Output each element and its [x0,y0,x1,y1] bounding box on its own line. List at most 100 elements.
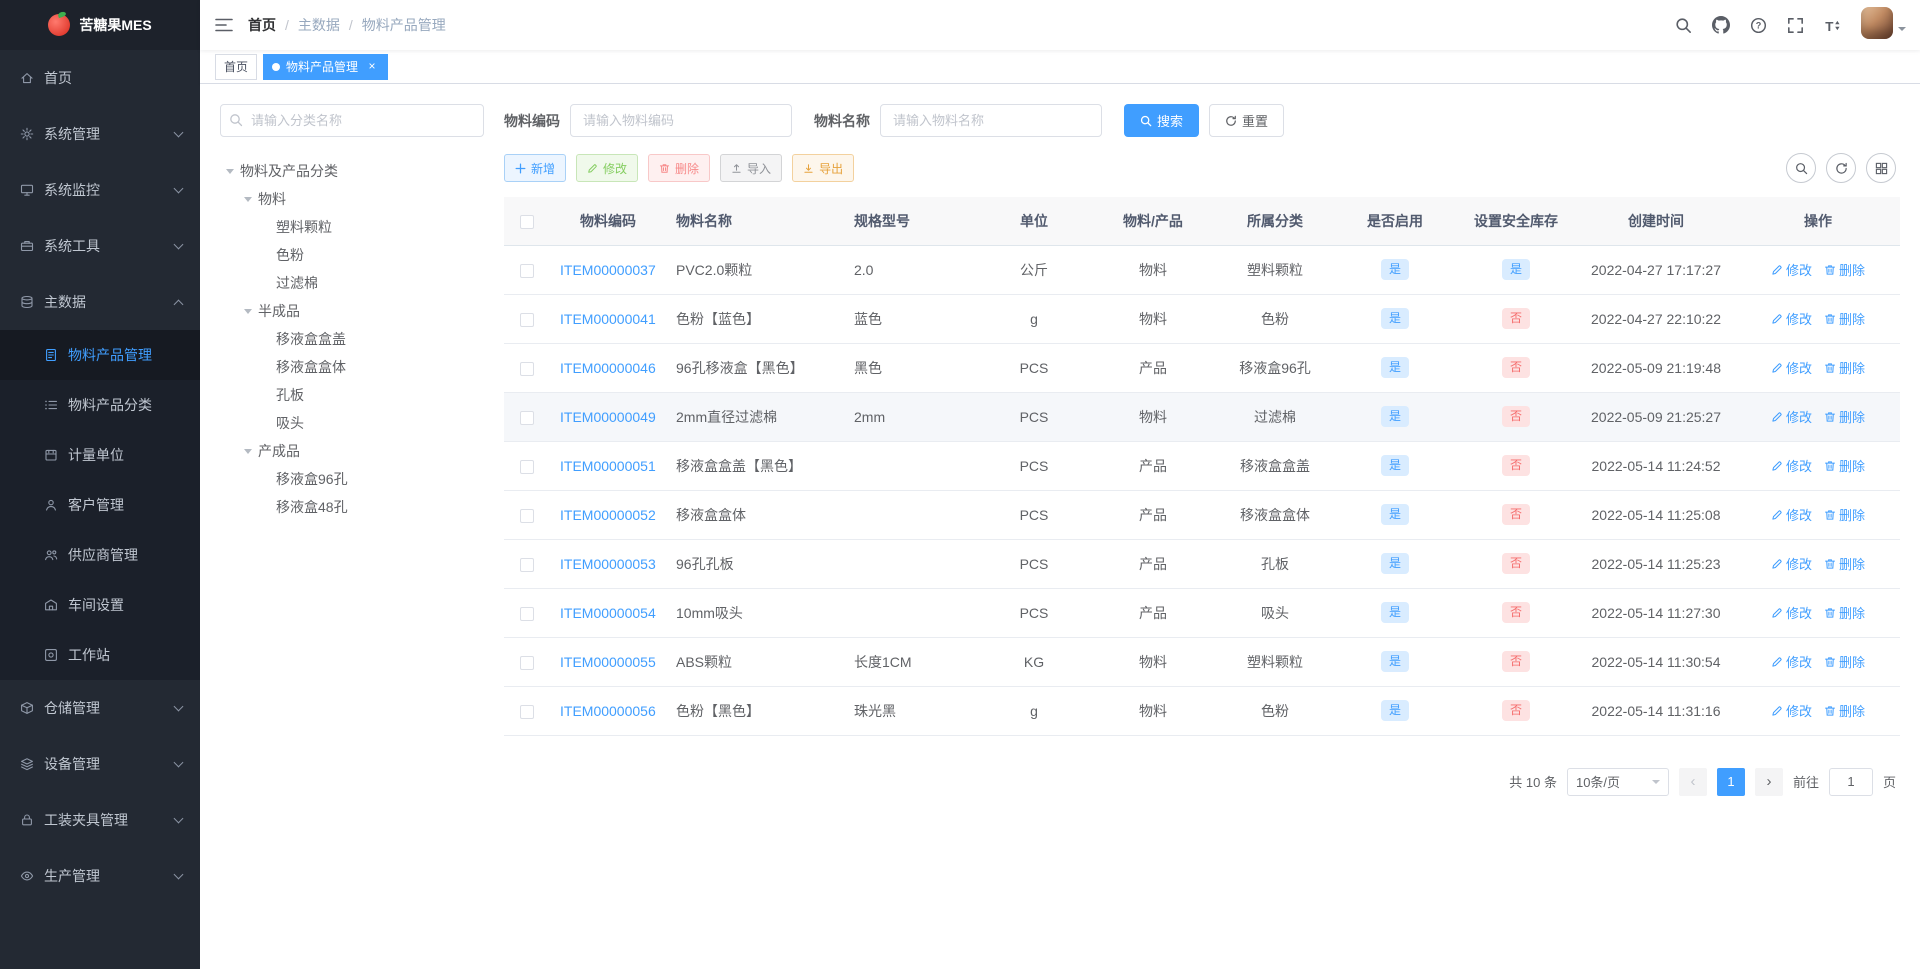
tree-node-6[interactable]: 移液盒盒盖 [220,325,484,353]
tree-node-1[interactable]: 物料 [220,185,484,213]
material-code-link[interactable]: ITEM00000049 [560,409,656,425]
row-edit-link[interactable]: 修改 [1771,701,1812,720]
row-checkbox[interactable] [520,704,534,719]
refresh-button[interactable] [1826,153,1856,183]
sidebar-item-2[interactable]: 系统监控 [0,162,200,218]
tree-node-11[interactable]: 移液盒96孔 [220,465,484,493]
row-delete-link[interactable]: 删除 [1824,701,1865,720]
caret-down-icon[interactable] [238,193,258,206]
hamburger-icon[interactable] [200,0,248,50]
category-search-input[interactable] [220,104,484,137]
sidebar-subitem-4-3[interactable]: 客户管理 [0,480,200,530]
add-button[interactable]: 新增 [504,154,567,182]
export-button[interactable]: 导出 [792,154,855,182]
select-all-checkbox[interactable] [520,214,534,229]
breadcrumb-home[interactable]: 首页 [248,15,276,35]
row-checkbox[interactable] [520,459,534,474]
sidebar-subitem-4-2[interactable]: 计量单位 [0,430,200,480]
tree-node-0[interactable]: 物料及产品分类 [220,157,484,185]
header-search-button[interactable] [1665,0,1702,50]
row-checkbox[interactable] [520,557,534,572]
tree-node-3[interactable]: 色粉 [220,241,484,269]
row-checkbox[interactable] [520,410,534,425]
app-logo[interactable]: 苦糖果MES [0,0,200,50]
help-button[interactable]: ? [1740,0,1777,50]
sidebar-item-0[interactable]: 首页 [0,50,200,106]
material-code-link[interactable]: ITEM00000054 [560,605,656,621]
row-delete-link[interactable]: 删除 [1824,456,1865,475]
row-delete-link[interactable]: 删除 [1824,554,1865,573]
row-edit-link[interactable]: 修改 [1771,505,1812,524]
row-delete-link[interactable]: 删除 [1824,505,1865,524]
tree-node-10[interactable]: 产成品 [220,437,484,465]
row-delete-link[interactable]: 删除 [1824,358,1865,377]
tab-material-product[interactable]: 物料产品管理 × [263,53,389,80]
row-checkbox[interactable] [520,263,534,278]
sidebar-subitem-4-1[interactable]: 物料产品分类 [0,380,200,430]
goto-page-input[interactable] [1828,767,1873,796]
row-delete-link[interactable]: 删除 [1824,603,1865,622]
row-edit-link[interactable]: 修改 [1771,456,1812,475]
tree-node-4[interactable]: 过滤棉 [220,269,484,297]
toggle-search-button[interactable] [1786,153,1816,183]
material-code-link[interactable]: ITEM00000053 [560,556,656,572]
edit-button[interactable]: 修改 [576,154,639,182]
row-edit-link[interactable]: 修改 [1771,554,1812,573]
sidebar-item-3[interactable]: 系统工具 [0,218,200,274]
sidebar-subitem-4-5[interactable]: 车间设置 [0,580,200,630]
page-number-button[interactable]: 1 [1716,767,1745,796]
row-edit-link[interactable]: 修改 [1771,603,1812,622]
sidebar-item-7[interactable]: 工装夹具管理 [0,792,200,848]
avatar[interactable] [1861,7,1893,39]
row-edit-link[interactable]: 修改 [1771,309,1812,328]
sidebar-item-1[interactable]: 系统管理 [0,106,200,162]
next-page-button[interactable]: › [1754,767,1783,796]
import-button[interactable]: 导入 [720,154,783,182]
row-edit-link[interactable]: 修改 [1771,260,1812,279]
sidebar-item-5[interactable]: 仓储管理 [0,680,200,736]
column-settings-button[interactable] [1866,153,1896,183]
row-edit-link[interactable]: 修改 [1771,652,1812,671]
material-code-link[interactable]: ITEM00000046 [560,360,656,376]
tree-node-2[interactable]: 塑料颗粒 [220,213,484,241]
material-code-link[interactable]: ITEM00000055 [560,654,656,670]
tab-home[interactable]: 首页 [215,53,258,80]
row-checkbox[interactable] [520,655,534,670]
delete-button[interactable]: 删除 [648,154,711,182]
sidebar-subitem-4-6[interactable]: 工作站 [0,630,200,680]
row-checkbox[interactable] [520,606,534,621]
caret-down-icon[interactable] [220,165,240,178]
material-code-link[interactable]: ITEM00000051 [560,458,656,474]
sidebar-subitem-4-4[interactable]: 供应商管理 [0,530,200,580]
font-size-button[interactable]: T [1814,0,1851,50]
fullscreen-button[interactable] [1777,0,1814,50]
material-code-input[interactable] [570,104,792,137]
user-menu[interactable] [1861,7,1906,43]
row-edit-link[interactable]: 修改 [1771,407,1812,426]
prev-page-button[interactable]: ‹ [1678,767,1707,796]
page-size-select[interactable]: 10条/页 [1566,767,1669,796]
reset-button[interactable]: 重置 [1209,104,1285,137]
github-button[interactable] [1702,0,1740,50]
tree-node-7[interactable]: 移液盒盒体 [220,353,484,381]
material-name-input[interactable] [880,104,1102,137]
tree-node-9[interactable]: 吸头 [220,409,484,437]
tree-node-8[interactable]: 孔板 [220,381,484,409]
material-code-link[interactable]: ITEM00000052 [560,507,656,523]
sidebar-subitem-4-0[interactable]: 物料产品管理 [0,330,200,380]
material-code-link[interactable]: ITEM00000041 [560,311,656,327]
sidebar-item-8[interactable]: 生产管理 [0,848,200,904]
row-checkbox[interactable] [520,361,534,376]
row-delete-link[interactable]: 删除 [1824,309,1865,328]
breadcrumb-master-data[interactable]: 主数据 [298,15,340,35]
material-code-link[interactable]: ITEM00000056 [560,703,656,719]
search-button[interactable]: 搜索 [1124,104,1200,137]
sidebar-item-4[interactable]: 主数据 [0,274,200,330]
row-delete-link[interactable]: 删除 [1824,652,1865,671]
row-checkbox[interactable] [520,312,534,327]
caret-down-icon[interactable] [238,445,258,458]
row-checkbox[interactable] [520,508,534,523]
sidebar-item-6[interactable]: 设备管理 [0,736,200,792]
close-icon[interactable]: × [365,60,379,74]
caret-down-icon[interactable] [238,305,258,318]
